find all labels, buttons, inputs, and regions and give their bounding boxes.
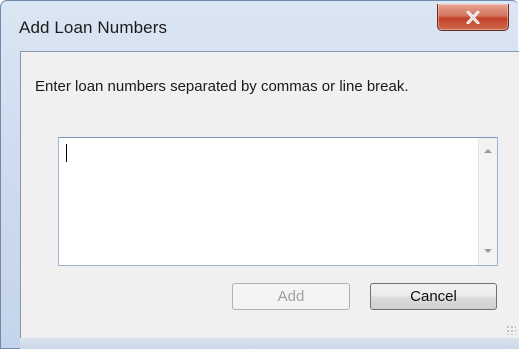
arrow-down-icon[interactable] (484, 249, 492, 253)
vertical-scrollbar[interactable] (478, 138, 497, 265)
close-icon (466, 10, 480, 24)
resize-grip-icon[interactable] (506, 325, 516, 335)
add-button[interactable]: Add (232, 283, 350, 310)
text-caret (66, 144, 67, 162)
instruction-label: Enter loan numbers separated by commas o… (35, 78, 409, 95)
close-button[interactable] (437, 4, 509, 31)
arrow-up-icon[interactable] (484, 149, 492, 153)
cancel-button[interactable]: Cancel (370, 283, 497, 310)
window-title: Add Loan Numbers (19, 18, 168, 37)
loan-numbers-textarea[interactable] (58, 137, 498, 266)
window-bottom-border (20, 338, 519, 349)
